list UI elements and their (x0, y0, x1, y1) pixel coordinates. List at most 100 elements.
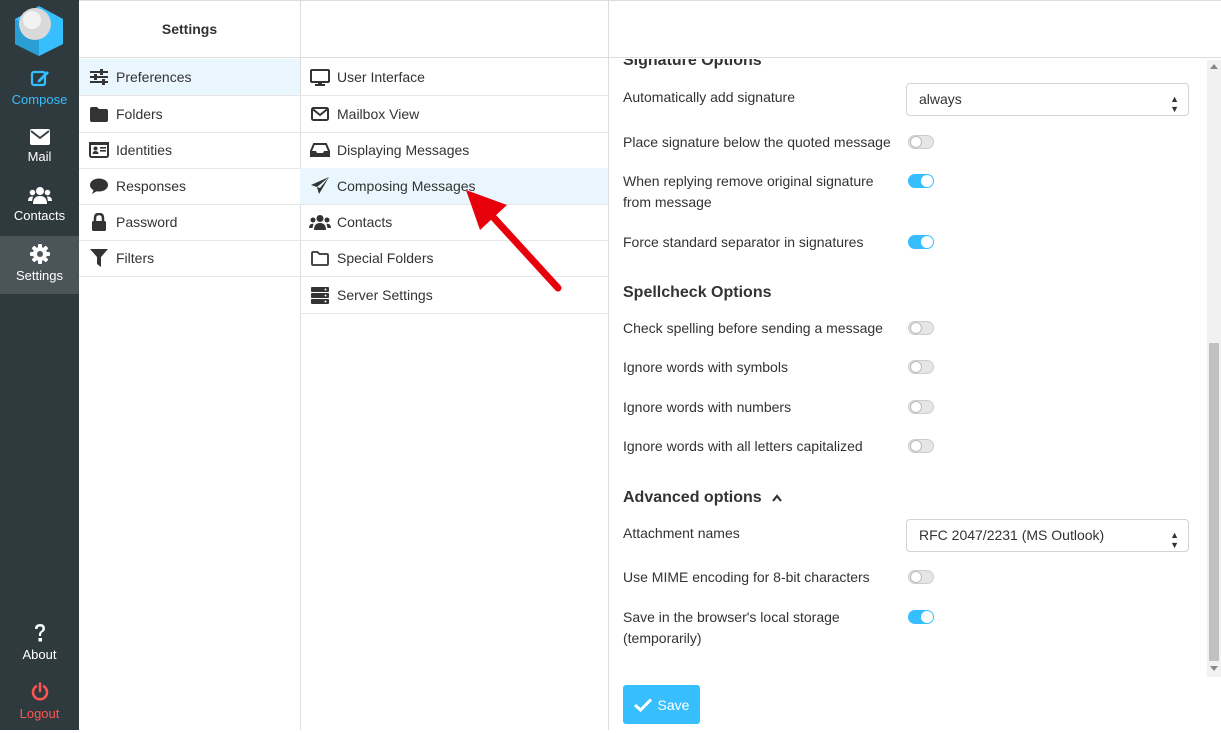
paper-plane-icon (309, 177, 331, 195)
section-mailbox-view[interactable]: Mailbox View (300, 96, 608, 133)
settings-item-filters[interactable]: Filters (79, 240, 300, 277)
select-caret-icon: ▲ ▼ (1170, 94, 1179, 114)
section-label: Composing Messages (337, 178, 476, 194)
attachment-names-select[interactable]: RFC 2047/2231 (MS Outlook) ▲ ▼ (906, 519, 1189, 552)
form-scrollbar[interactable] (1207, 60, 1221, 677)
form-scroll-area: Signature Options Automatically add sign… (609, 59, 1207, 730)
settings-label: Settings (16, 268, 63, 283)
logo[interactable] (13, 4, 65, 56)
section-label: User Interface (337, 69, 425, 85)
auto-add-signature-label: Automatically add signature (623, 89, 795, 105)
local-storage-toggle[interactable] (908, 610, 934, 624)
section-label: Contacts (337, 214, 393, 230)
remove-original-label-line1: When replying remove original signature (623, 173, 874, 189)
mime-encoding-toggle[interactable] (908, 570, 934, 584)
compose-label: Compose (11, 92, 68, 107)
check-icon (633, 697, 652, 712)
force-separator-label: Force standard separator in signatures (623, 234, 864, 250)
compose-icon (30, 70, 49, 87)
select-caret-icon: ▲ ▼ (1170, 530, 1179, 550)
ignore-numbers-toggle[interactable] (908, 400, 934, 414)
settings-item-responses[interactable]: Responses (79, 168, 300, 205)
users-icon (27, 187, 52, 204)
ignore-symbols-toggle[interactable] (908, 360, 934, 374)
sections-header (300, 0, 608, 58)
sliders-icon (88, 68, 110, 86)
advanced-options-title: Advanced options (623, 489, 762, 506)
settings-item-label: Password (116, 214, 178, 230)
scroll-thumb[interactable] (1209, 343, 1219, 661)
section-label: Mailbox View (337, 106, 420, 122)
auto-add-signature-value: always (919, 91, 962, 107)
taskmenu: Compose Mail Contacts Settings About Log… (0, 0, 79, 730)
scroll-up-arrow-icon[interactable] (1210, 64, 1218, 69)
attachment-names-value: RFC 2047/2231 (MS Outlook) (919, 527, 1105, 543)
spellcheck-options-title: Spellcheck Options (623, 284, 772, 301)
settings-item-label: Filters (116, 250, 155, 266)
place-below-toggle[interactable] (908, 135, 934, 149)
content-header (609, 0, 1221, 58)
local-storage-label-line1: Save in the browser's local storage (623, 609, 840, 625)
local-storage-label-line2: (temporarily) (623, 630, 702, 646)
inbox-icon (309, 141, 331, 159)
filter-icon (88, 249, 110, 267)
settings-item-label: Preferences (116, 69, 192, 85)
ignore-symbols-label: Ignore words with symbols (623, 359, 788, 375)
folder-outline-icon (309, 249, 331, 267)
sections-panel: User Interface Mailbox View Displaying M… (300, 0, 609, 730)
folder-icon (88, 105, 110, 123)
ignore-caps-label: Ignore words with all letters capitalize… (623, 438, 863, 454)
attachment-names-label: Attachment names (623, 525, 740, 541)
server-icon (309, 286, 331, 304)
contacts-label: Contacts (13, 208, 66, 223)
check-spelling-toggle[interactable] (908, 321, 934, 335)
power-icon (31, 682, 48, 701)
check-spelling-label: Check spelling before sending a message (623, 320, 883, 336)
ignore-numbers-label: Ignore words with numbers (623, 399, 792, 415)
settings-item-label: Folders (116, 106, 163, 122)
remove-original-label-line2: from message (623, 194, 712, 210)
mime-encoding-label: Use MIME encoding for 8-bit characters (623, 569, 870, 585)
about-button[interactable]: About (0, 616, 79, 674)
ignore-caps-toggle[interactable] (908, 439, 934, 453)
logout-label: Logout (19, 706, 60, 721)
settings-header: Settings (79, 0, 300, 58)
mail-label: Mail (27, 149, 52, 164)
chevron-up-icon (772, 494, 782, 502)
logout-button[interactable]: Logout (0, 675, 79, 733)
settings-item-folders[interactable]: Folders (79, 96, 300, 133)
envelope-icon (29, 129, 50, 145)
question-icon (34, 624, 45, 642)
settings-item-password[interactable]: Password (79, 204, 300, 241)
monitor-icon (309, 68, 331, 86)
about-label: About (22, 647, 57, 662)
force-separator-toggle[interactable] (908, 235, 934, 249)
comment-icon (88, 177, 110, 195)
place-below-label: Place signature below the quoted message (623, 134, 891, 150)
settings-title: Settings (161, 21, 218, 37)
section-label: Special Folders (337, 250, 434, 266)
save-label: Save (657, 696, 690, 713)
section-displaying-messages[interactable]: Displaying Messages (300, 132, 608, 169)
settings-item-preferences[interactable]: Preferences (79, 59, 300, 96)
settings-item-label: Responses (116, 178, 187, 194)
compose-button[interactable]: Compose (0, 62, 79, 120)
save-button[interactable]: Save (623, 685, 700, 724)
scroll-down-arrow-icon[interactable] (1210, 666, 1218, 671)
settings-button[interactable]: Settings (0, 236, 79, 294)
envelope-icon (309, 105, 331, 123)
settings-item-identities[interactable]: Identities (79, 132, 300, 169)
id-card-icon (88, 141, 110, 159)
section-label: Server Settings (337, 287, 433, 303)
remove-original-toggle[interactable] (908, 174, 934, 188)
settings-item-label: Identities (116, 142, 173, 158)
contacts-button[interactable]: Contacts (0, 178, 79, 236)
auto-add-signature-select[interactable]: always ▲ ▼ (906, 83, 1189, 116)
advanced-options-toggle[interactable]: Advanced options (623, 489, 782, 507)
mail-button[interactable]: Mail (0, 120, 79, 178)
signature-options-title: Signature Options (623, 59, 762, 69)
users-icon (309, 213, 331, 231)
gear-icon (29, 244, 50, 264)
section-user-interface[interactable]: User Interface (300, 59, 608, 96)
section-label: Displaying Messages (337, 142, 470, 158)
